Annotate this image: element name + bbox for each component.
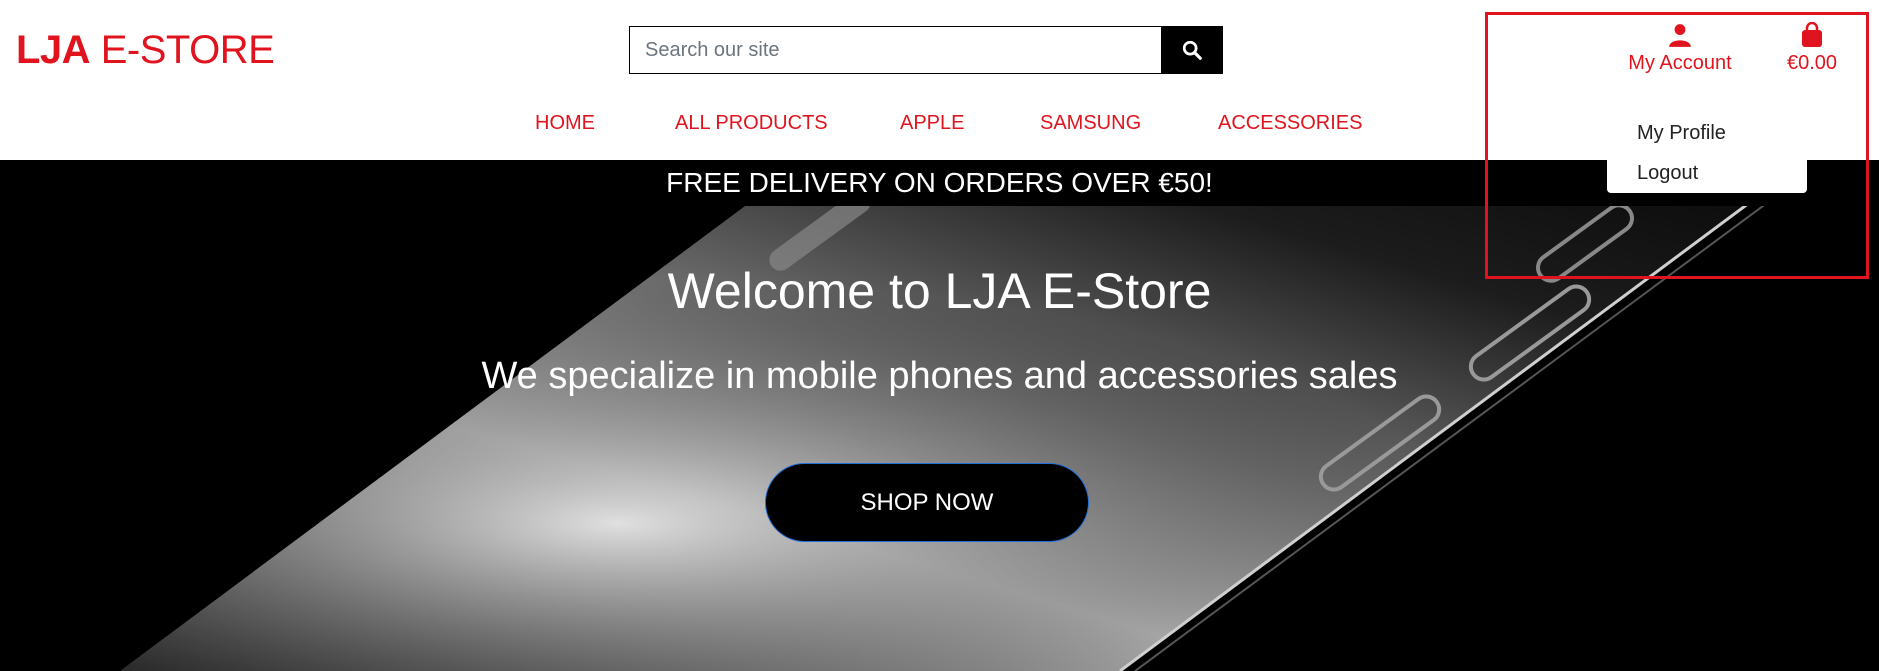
shop-now-button[interactable]: SHOP NOW bbox=[765, 463, 1089, 542]
nav-item-apple[interactable]: APPLE bbox=[900, 112, 964, 135]
nav-item-accessories[interactable]: ACCESSORIES bbox=[1218, 112, 1362, 135]
free-delivery-banner: FREE DELIVERY ON ORDERS OVER €50! bbox=[0, 160, 1879, 206]
dropdown-item-logout[interactable]: Logout bbox=[1607, 153, 1807, 193]
shopping-bag-icon bbox=[1802, 22, 1822, 47]
hero-phone-image bbox=[120, 178, 1791, 671]
logo-bold: LJA bbox=[16, 28, 91, 72]
site-header: LJA E-STORE My Account € bbox=[0, 0, 1879, 160]
search-form bbox=[629, 26, 1223, 74]
hero-subtitle: We specialize in mobile phones and acces… bbox=[481, 355, 1398, 397]
nav-item-samsung[interactable]: SAMSUNG bbox=[1040, 112, 1141, 135]
search-button[interactable] bbox=[1161, 27, 1222, 73]
main-nav: HOME ALL PRODUCTS APPLE SAMSUNG ACCESSOR… bbox=[0, 112, 1879, 142]
hero-section bbox=[0, 160, 1879, 671]
my-account-link[interactable]: My Account bbox=[1620, 22, 1740, 75]
search-input[interactable] bbox=[630, 27, 1161, 73]
site-logo[interactable]: LJA E-STORE bbox=[16, 28, 275, 73]
account-dropdown-menu: My Profile Logout bbox=[1607, 105, 1807, 193]
nav-item-all-products[interactable]: ALL PRODUCTS bbox=[675, 112, 828, 135]
nav-item-home[interactable]: HOME bbox=[535, 112, 595, 135]
user-icon bbox=[1669, 24, 1691, 47]
banner-text: FREE DELIVERY ON ORDERS OVER €50! bbox=[666, 167, 1213, 198]
search-icon bbox=[1182, 40, 1202, 60]
my-account-label: My Account bbox=[1628, 52, 1732, 74]
shopping-bag-link[interactable]: €0.00 bbox=[1775, 22, 1849, 75]
page: FREE DELIVERY ON ORDERS OVER €50! Welcom… bbox=[0, 0, 1879, 671]
logo-rest: E-STORE bbox=[100, 28, 275, 72]
bag-total: €0.00 bbox=[1786, 52, 1838, 74]
dropdown-item-my-profile[interactable]: My Profile bbox=[1607, 113, 1807, 153]
hero-title: Welcome to LJA E-Store bbox=[667, 263, 1212, 319]
